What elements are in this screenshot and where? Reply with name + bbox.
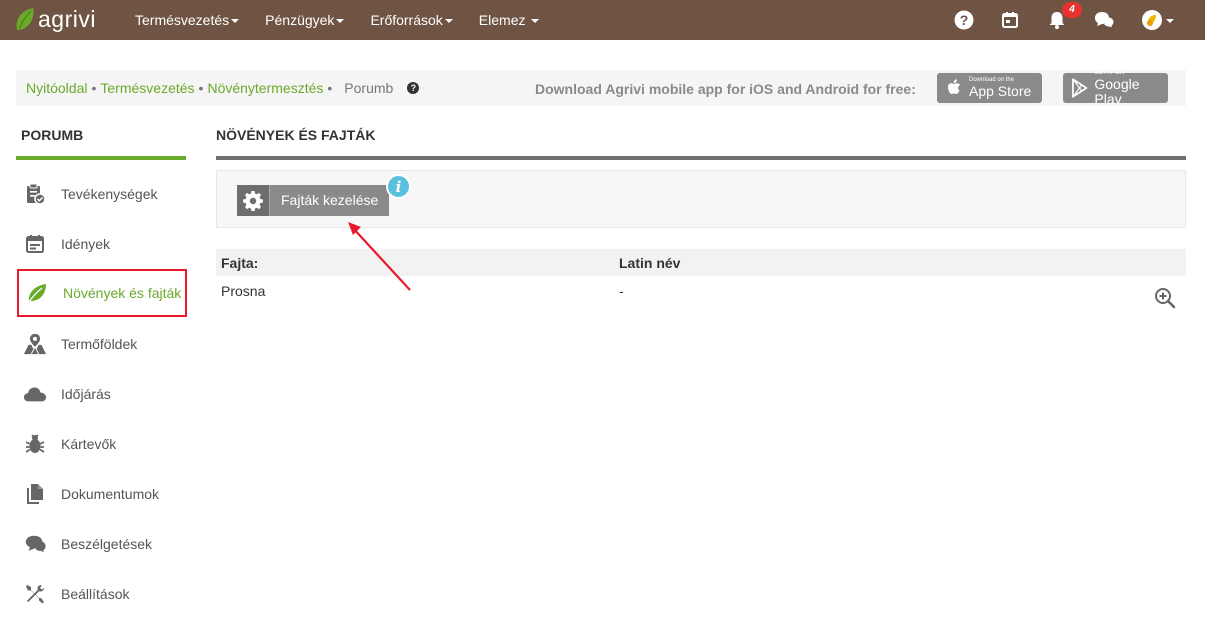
caret-down-icon [531,19,540,23]
sidebar-item-label: Tevékenységek [61,186,158,202]
documents-icon [23,482,47,506]
sidebar-title: PORUMB [21,127,84,143]
google-play-icon [1072,78,1088,98]
breadcrumb: Nyitóoldal • Termésvezetés • Növényterme… [26,80,420,96]
table-row[interactable]: Prosna - [216,277,1186,317]
svg-text:?: ? [960,12,969,28]
manage-varieties-label: Fajták kezelése [269,185,390,216]
chat-icon [23,532,47,556]
menu-item-penzugyek[interactable]: Pénzügyek [265,12,345,28]
google-play-button[interactable]: GET IT ON Google Play [1063,70,1168,106]
caret-down-icon [336,19,345,23]
breadcrumb-link-crop-management[interactable]: Termésvezetés [100,80,194,96]
app-store-big-label: App Store [969,83,1032,99]
sidebar-item-label: Időjárás [61,386,111,402]
breadcrumb-separator: • [327,80,333,96]
sidebar-item-label: Növények és fajták [63,285,182,301]
leaf-logo-icon [16,8,34,30]
sidebar-item-pests[interactable]: Kártevők [16,424,186,464]
caret-down-icon [444,19,453,23]
sidebar-item-label: Kártevők [61,436,117,452]
sidebar-item-label: Beszélgetések [61,536,153,552]
zoom-in-icon[interactable] [1153,286,1177,310]
sidebar-item-label: Termőföldek [61,336,138,352]
sidebar-item-label: Beállítások [61,586,130,602]
column-header-latin-name: Latin név [619,255,681,271]
breadcrumb-bar: Nyitóoldal • Termésvezetés • Növényterme… [16,70,1186,106]
avatar-icon [1141,10,1162,30]
user-avatar[interactable] [1140,9,1174,31]
sidebar-item-fields[interactable]: Termőföldek [16,324,186,364]
app-store-button[interactable]: Download on the App Store [937,73,1042,103]
sidebar-item-weather[interactable]: Időjárás [16,374,186,414]
sidebar-item-settings[interactable]: Beállítások [16,574,186,614]
question-icon[interactable]: ? [407,82,420,94]
sidebar-item-label: Idények [61,236,111,252]
sidebar-item-seasons[interactable]: Idények [16,224,186,264]
google-play-text: GET IT ON Google Play [1094,70,1168,107]
calendar-icon[interactable] [999,9,1021,31]
cloud-icon [23,382,47,406]
caret-down-icon [1165,19,1174,23]
caret-down-icon [231,19,240,23]
bug-icon [23,432,47,456]
page-title: NÖVÉNYEK ÉS FAJTÁK [216,127,376,143]
apple-icon [948,79,960,94]
menu-item-elemez[interactable]: Elemez [479,12,540,28]
breadcrumb-separator: • [198,80,204,96]
sidebar-item-conversations[interactable]: Beszélgetések [16,524,186,564]
sidebar-item-activities[interactable]: Tevékenységek [16,174,186,214]
leaf-icon [25,281,49,305]
clipboard-check-icon [23,182,47,206]
info-icon[interactable]: i [386,174,411,199]
google-play-big-label: Google Play [1094,75,1140,107]
sidebar-item-label: Dokumentumok [61,486,160,502]
chat-icon[interactable] [1093,9,1115,31]
app-store-text: Download on the App Store [969,77,1031,99]
main-menu: Termésvezetés Pénzügyek Erőforrások Elem… [135,0,565,40]
breadcrumb-link-crop-production[interactable]: Növénytermesztés [207,80,323,96]
download-app-text: Download Agrivi mobile app for iOS and A… [535,81,916,97]
sidebar-item-documents[interactable]: Dokumentumok [16,474,186,514]
tools-icon [23,582,47,606]
page-title-underline [216,156,1186,160]
cell-variety: Prosna [221,283,266,299]
manage-varieties-button[interactable]: Fajták kezelése [237,185,390,216]
top-navbar: agrivi Termésvezetés Pénzügyek Erőforrás… [0,0,1205,40]
cell-latin-name: - [619,283,624,299]
menu-item-termesvezetes[interactable]: Termésvezetés [135,12,240,28]
agrivi-logo[interactable]: agrivi [14,4,96,34]
sidebar-title-underline [16,156,186,160]
menu-item-eroforrasok[interactable]: Erőforrások [370,12,453,28]
menu-item-label: Elemez [478,12,526,28]
breadcrumb-separator: • [91,80,97,96]
menu-item-label: Erőforrások [370,12,443,28]
field-pin-icon [23,332,47,356]
breadcrumb-link-home[interactable]: Nyitóoldal [26,80,87,96]
menu-item-label: Pénzügyek [265,12,335,28]
varieties-table-header: Fajta: Latin név [216,249,1186,276]
help-icon[interactable]: ? [953,9,975,31]
column-header-variety: Fajta: [221,255,259,271]
notification-badge: 4 [1062,2,1082,18]
logo-text: agrivi [38,6,96,32]
menu-item-label: Termésvezetés [135,12,230,28]
breadcrumb-current: Porumb [344,80,394,96]
sidebar-item-crops-varieties[interactable]: Növények és fajták [17,269,187,317]
gear-icon [237,185,269,216]
calendar-icon [23,232,47,256]
